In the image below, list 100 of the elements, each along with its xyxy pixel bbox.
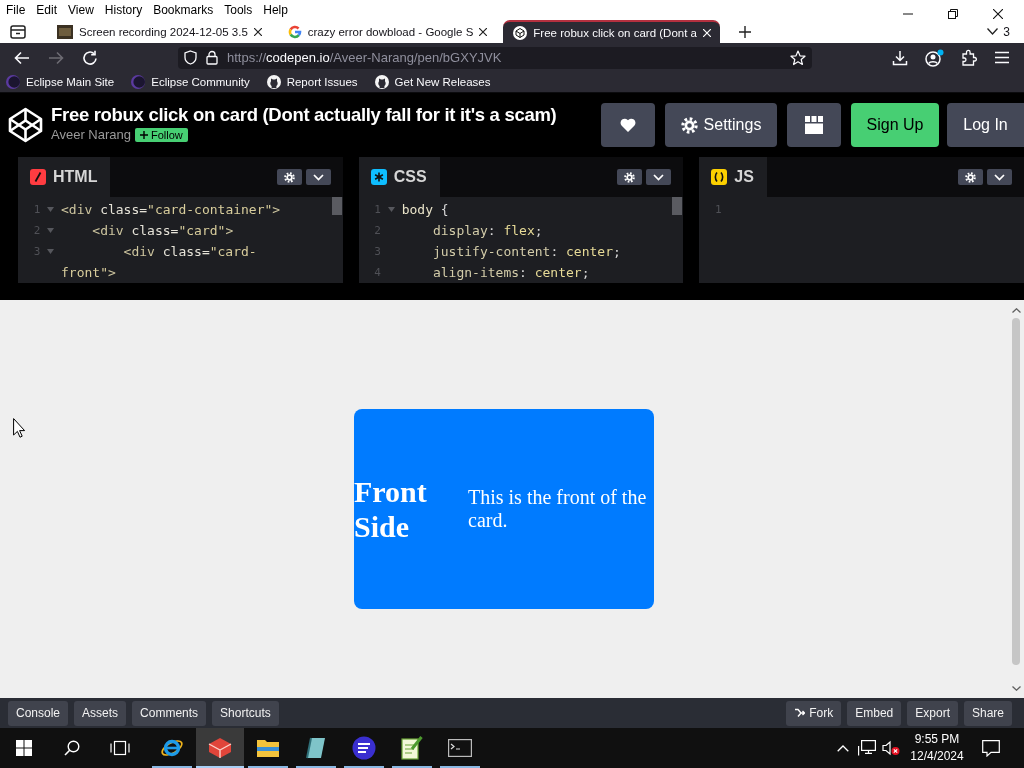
chevron-down-icon (312, 173, 324, 181)
scroll-down-icon[interactable] (1011, 686, 1021, 691)
code-line: front"> (61, 264, 116, 282)
footer-button[interactable]: Console (8, 700, 69, 726)
close-icon[interactable] (479, 27, 488, 36)
menu-item[interactable]: File (6, 3, 26, 17)
follow-button[interactable]: Follow (135, 127, 188, 142)
taskbar-app-button[interactable] (196, 728, 244, 768)
windows-logo-icon[interactable] (16, 740, 32, 756)
cube-logo-icon (513, 25, 528, 40)
close-icon[interactable] (993, 9, 1003, 19)
collapse-button[interactable] (646, 169, 672, 185)
layout-button[interactable] (787, 103, 841, 147)
plus-icon[interactable] (738, 25, 751, 38)
restore-icon[interactable] (948, 9, 958, 19)
author-name[interactable]: Aveer Narang (51, 127, 131, 142)
menu-item[interactable]: Edit (36, 3, 58, 17)
layout-icon (805, 116, 823, 134)
terminal-icon (448, 739, 472, 757)
editor-title: HTML (53, 168, 98, 186)
pen-title: Free robux click on card (Dont actually fall for it it's a scam) (51, 104, 557, 126)
asterisk-icon (370, 169, 387, 185)
notepad-icon (401, 736, 423, 760)
code-line: <div class="card- (122, 243, 257, 261)
network-icon[interactable] (858, 740, 876, 756)
bookmark-item[interactable]: Report Issues (266, 75, 358, 89)
fork-icon (794, 708, 806, 718)
speaker-icon[interactable] (882, 740, 900, 756)
clock-time[interactable]: 9:55 PM (914, 731, 960, 748)
back-arrow-icon[interactable] (14, 50, 30, 65)
close-icon[interactable] (253, 27, 262, 36)
sign-up-button[interactable]: Sign Up (851, 103, 939, 147)
settings-button[interactable]: Settings (665, 103, 777, 147)
notification-icon[interactable] (982, 739, 1000, 757)
chevron-up-icon[interactable] (837, 744, 849, 752)
like-button[interactable] (601, 103, 655, 147)
code-line: <div class="card-container"> (61, 201, 281, 219)
menu-item[interactable]: View (68, 3, 94, 17)
clock-date[interactable]: 12/4/2024 (910, 748, 964, 765)
lock-icon[interactable] (206, 50, 218, 65)
code-line: justify-content: center; (431, 243, 621, 261)
editor-settings-button[interactable] (958, 169, 983, 185)
card-text: This is the front of the card. (468, 486, 648, 532)
cube-logo-icon[interactable] (8, 107, 43, 143)
address-field[interactable]: https://codepen.io/Aveer-Narang/pen/bGXYJVK (178, 46, 812, 69)
code-line: align-items: center; (431, 264, 590, 282)
browser-tab[interactable]: Screen recording 2024-12-05 3.5 (47, 20, 271, 43)
scrollbar-thumb[interactable] (1012, 318, 1020, 665)
menu-item[interactable]: Bookmarks (153, 3, 214, 17)
browser-tab[interactable]: crazy error dowbload - Google S (277, 20, 497, 43)
editor-settings-button[interactable] (617, 169, 643, 185)
footer-button[interactable]: Embed (847, 700, 902, 726)
g-logo-icon (287, 24, 302, 39)
cat-head-icon (266, 75, 281, 89)
task-view-icon[interactable] (110, 740, 130, 756)
stripes-logo-icon (352, 736, 376, 760)
menu-item[interactable]: Tools (224, 3, 253, 17)
editor-settings-button[interactable] (276, 169, 302, 185)
menu-item[interactable]: History (104, 3, 143, 17)
download-icon[interactable] (892, 49, 908, 66)
heart-icon (620, 118, 636, 132)
reload-icon[interactable] (82, 49, 98, 66)
search-icon[interactable] (64, 740, 80, 756)
menu-icon[interactable] (994, 51, 1010, 64)
scrollbar-thumb[interactable] (331, 197, 342, 215)
tab-list-button[interactable]: 3 (985, 24, 1012, 39)
log-in-button[interactable]: Log In (947, 103, 1024, 147)
fork-button[interactable]: Fork (786, 700, 842, 726)
card[interactable]: Front Side This is the front of the card. (354, 409, 654, 609)
code-line: body { (401, 201, 449, 219)
chevron-down-icon (987, 28, 999, 35)
scroll-up-icon[interactable] (1011, 308, 1021, 313)
footer-button[interactable]: Export (907, 700, 958, 726)
menu-item[interactable]: Help (263, 3, 288, 17)
braces-icon (711, 169, 728, 185)
bookmark-item[interactable]: Eclipse Community (131, 75, 250, 89)
code-line: display: flex; (431, 222, 543, 240)
browser-tab[interactable]: Free robux click on card (Dont a (503, 20, 720, 43)
archive-box-icon[interactable] (10, 24, 26, 39)
mouse-cursor-icon (13, 418, 25, 438)
gear-icon (624, 171, 636, 183)
collapse-button[interactable] (305, 169, 331, 185)
footer-button[interactable]: Shortcuts (212, 700, 279, 726)
account-icon[interactable] (925, 48, 944, 67)
folder-icon (256, 738, 280, 758)
dark-orb-icon (6, 75, 20, 89)
puzzle-icon[interactable] (961, 49, 977, 66)
footer-button[interactable]: Share (963, 700, 1012, 726)
footer-button[interactable]: Assets (74, 700, 127, 726)
gear-icon (680, 116, 698, 134)
shield-icon[interactable] (184, 50, 197, 65)
bookmark-item[interactable]: Get New Releases (374, 75, 491, 89)
star-icon[interactable] (790, 49, 806, 66)
bookmark-item[interactable]: Eclipse Main Site (6, 75, 115, 89)
notebook-icon (305, 737, 327, 759)
dark-orb-icon (131, 75, 146, 89)
scrollbar-thumb[interactable] (672, 197, 683, 215)
collapse-button[interactable] (987, 169, 1012, 185)
gear-icon (283, 171, 295, 183)
footer-button[interactable]: Comments (132, 700, 207, 726)
